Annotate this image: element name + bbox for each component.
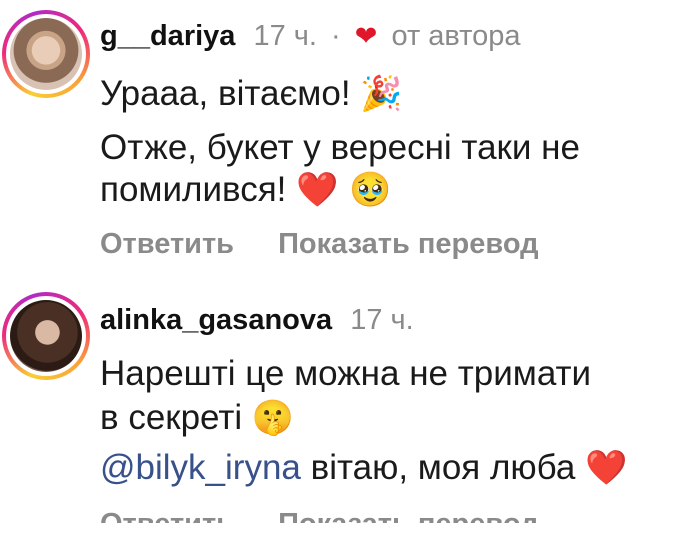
heart-icon: ❤️ — [585, 448, 628, 488]
comment-text-line: в секреті 🤫 — [100, 396, 294, 440]
comment-header: g__dariya 17 ч. · ❤ от автора — [100, 18, 521, 54]
comment-text: Отже, букет у вересні таки не — [100, 128, 580, 167]
party-popper-icon: 🎉 — [360, 74, 403, 114]
mention-link[interactable]: @bilyk_iryna — [100, 448, 301, 487]
shushing-face-icon: 🤫 — [251, 398, 295, 438]
comment-text: помилився! — [100, 170, 287, 209]
separator-dot: · — [331, 20, 341, 52]
avatar-frame — [6, 296, 86, 376]
timestamp: 17 ч. — [350, 304, 414, 336]
avatar — [10, 18, 82, 90]
show-translation-button[interactable]: Показать перевод — [278, 228, 538, 260]
comment-header: alinka_gasanova 17 ч. — [100, 302, 414, 338]
comment-actions: Ответить Показать перевод — [100, 508, 575, 523]
comment-text-line: Отже, букет у вересні таки не — [100, 126, 580, 170]
comment-text: Урааа, вітаємо! — [100, 74, 351, 113]
author-like-heart-icon: ❤ — [354, 21, 378, 51]
timestamp: 17 ч. — [253, 20, 317, 52]
avatar — [10, 300, 82, 372]
author-like-label: от автора — [391, 20, 521, 52]
comment-text-line: @bilyk_iryna вітаю, моя люба ❤️ — [100, 446, 627, 490]
comment-text: вітаю, моя люба — [300, 448, 576, 487]
show-translation-button[interactable]: Показать перевод — [278, 508, 538, 523]
reply-button[interactable]: Ответить — [100, 508, 234, 523]
comment-actions: Ответить Показать перевод — [100, 228, 575, 261]
username[interactable]: g__dariya — [100, 20, 235, 52]
username[interactable]: alinka_gasanova — [100, 304, 332, 336]
comment-text-line: Урааа, вітаємо! 🎉 — [100, 72, 403, 116]
comment-text-line: Нарешті це можна не тримати — [100, 352, 591, 396]
comment-text-line: помилився! ❤️ 🥹 — [100, 168, 392, 212]
avatar-ring[interactable] — [2, 292, 90, 380]
comment-text: в секреті — [100, 398, 243, 437]
heart-and-pleading-face-icon: ❤️ 🥹 — [296, 170, 392, 210]
avatar-ring[interactable] — [2, 10, 90, 98]
comment-text: Нарешті це можна не тримати — [100, 354, 592, 393]
reply-button[interactable]: Ответить — [100, 228, 234, 260]
avatar-frame — [6, 14, 86, 94]
